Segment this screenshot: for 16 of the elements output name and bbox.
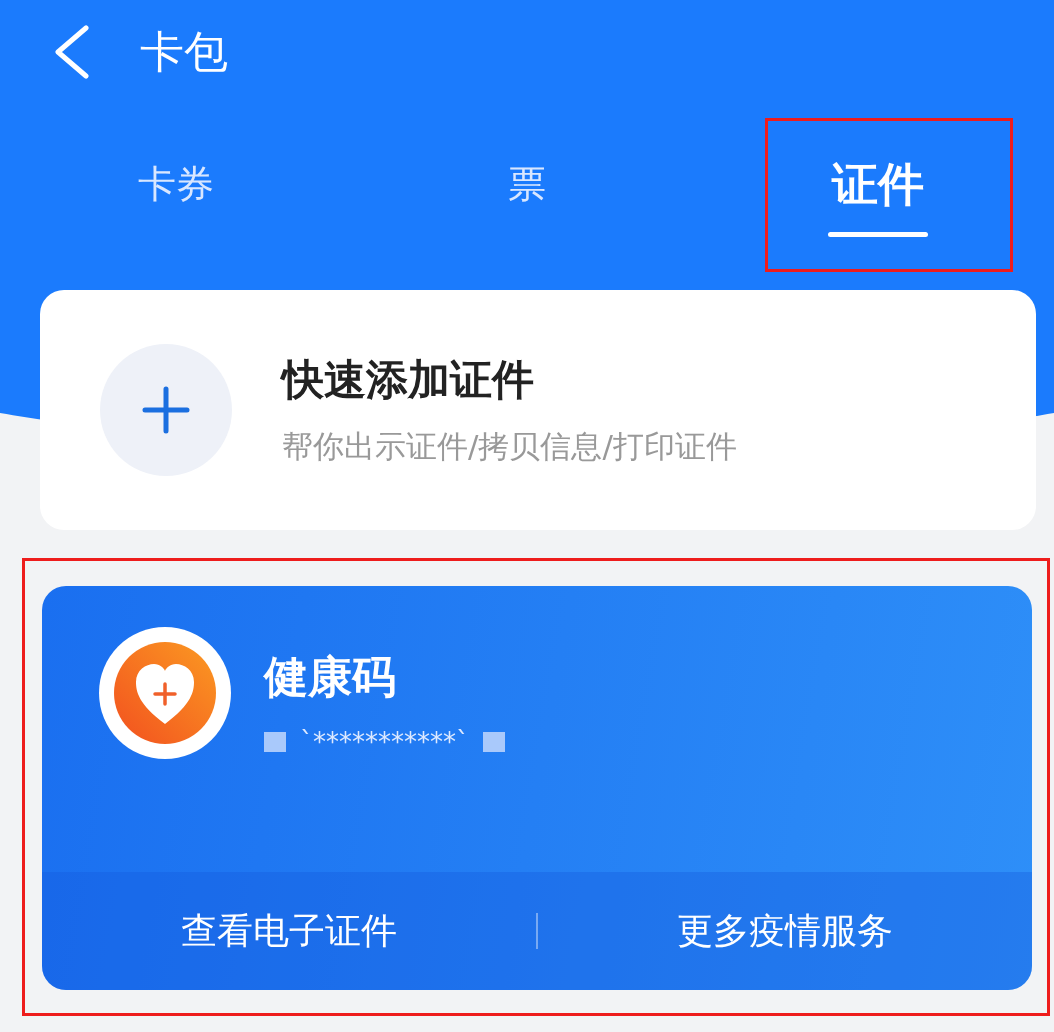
add-card-subtitle: 帮你出示证件/拷贝信息/打印证件 <box>282 427 737 466</box>
back-icon[interactable] <box>52 25 92 79</box>
masked-id-text: `***********` <box>300 727 469 757</box>
heart-plus-icon <box>98 626 232 760</box>
tab[interactable]: 票 <box>508 156 546 212</box>
page-title: 卡包 <box>140 24 228 79</box>
redaction-block <box>264 732 286 752</box>
tab[interactable]: 证件 <box>832 156 925 212</box>
card-action-button[interactable]: 更多疫情服务 <box>538 905 1032 957</box>
tab[interactable]: 卡券 <box>137 156 214 212</box>
add-card-title: 快速添加证件 <box>282 354 535 406</box>
redaction-block <box>483 732 505 752</box>
card-action-button[interactable]: 查看电子证件 <box>42 905 536 957</box>
add-document-card[interactable]: 快速添加证件 帮你出示证件/拷贝信息/打印证件 <box>40 290 1036 530</box>
health-code-title: 健康码 <box>264 650 397 704</box>
health-code-card[interactable]: 健康码 `***********` 查看电子证件 更多疫情服务 <box>42 586 1032 990</box>
